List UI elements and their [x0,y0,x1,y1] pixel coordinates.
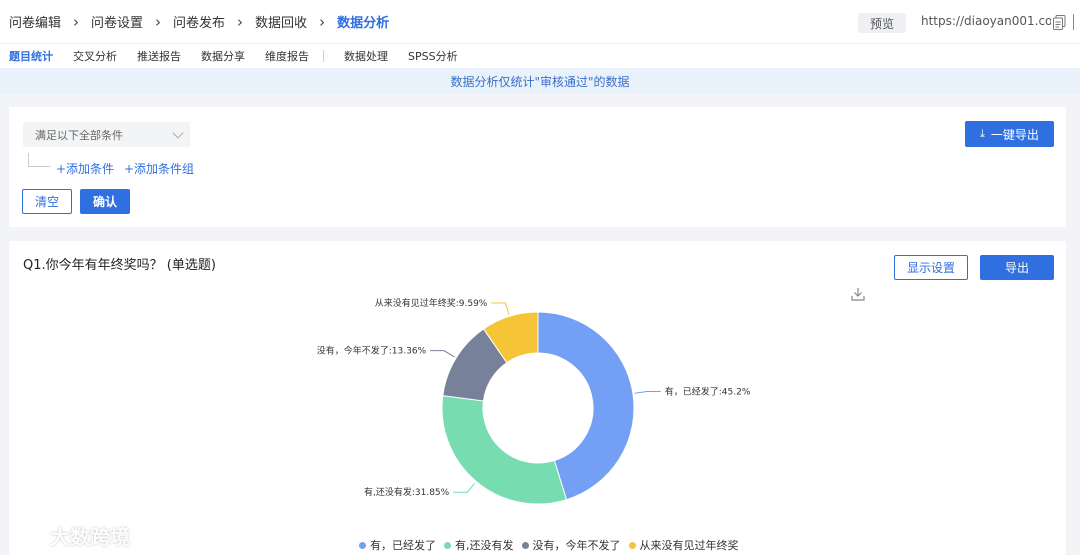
legend-label: 从来没有见过年终奖 [639,539,739,552]
legend-item[interactable]: 从来没有见过年终奖 [628,537,739,553]
breadcrumb-item-settings[interactable]: 问卷设置 [91,12,143,31]
download-icon: ⤓ [980,127,985,140]
data-label: 从来没有见过年终奖:9.59% [375,297,488,309]
legend-dot [628,541,636,549]
sub-nav: 题目统计 交叉分析 推送报告 数据分享 维度报告 数据处理 SPSS分析 [0,44,1080,68]
tab-question-stats[interactable]: 题目统计 [9,48,53,64]
label-leader-line [634,390,661,394]
legend-dot [444,541,451,549]
legend-dot [521,541,529,549]
data-label: 有,还没有发:31.85% [364,486,450,498]
tab-cross-analysis[interactable]: 交叉分析 [73,48,117,64]
survey-url[interactable]: https://diaoyan001.com/s/l [921,14,1051,28]
question-card: Q1.你今年有年终奖吗？ (单选题) 显示设置 导出 有，已经发了:45.2% 有… [9,241,1066,555]
chevron-right-icon: › [237,12,244,31]
tab-data-processing[interactable]: 数据处理 [344,48,388,64]
filter-panel: 满足以下全部条件 +添加条件 +添加条件组 清空 确认 ⤓ 一键导出 [9,107,1066,227]
confirm-button[interactable]: 确认 [80,189,130,214]
copy-icon[interactable] [1053,15,1066,30]
chevron-down-icon [172,127,184,139]
legend-item[interactable]: 有,还没有发 [444,537,514,553]
data-label: 有，已经发了:45.2% [665,385,751,397]
legend-item[interactable]: 有，已经发了 [359,537,436,553]
notice-banner: 数据分析仅统计"审核通过"的数据 [0,68,1080,94]
tab-divider [323,50,324,62]
chevron-right-icon: › [319,12,326,31]
legend-dot [359,541,366,549]
watermark-text: 大数跨境 [50,525,130,549]
watermark-logo-icon [10,526,43,545]
divider [1073,14,1080,30]
tree-connector [28,153,50,167]
tab-dimension-report[interactable]: 维度报告 [265,48,309,64]
breadcrumb-item-collect[interactable]: 数据回收 [255,12,307,31]
add-condition-group-link[interactable]: +添加条件组 [124,160,194,177]
data-label: 没有，今年不发了:13.36% [317,345,427,357]
export-all-label: 一键导出 [990,127,1039,142]
breadcrumb-item-analysis[interactable]: 数据分析 [337,12,389,31]
tab-push-report[interactable]: 推送报告 [137,48,181,64]
donut-chart: 有，已经发了:45.2% 有,还没有发:31.85% 没有，今年不发了:13.36%… [317,297,751,505]
add-condition-link[interactable]: +添加条件 [56,160,114,177]
breadcrumb-item-edit[interactable]: 问卷编辑 [9,12,61,31]
preview-button[interactable]: 预览 [858,13,906,33]
condition-select-value: 满足以下全部条件 [35,128,123,142]
condition-select[interactable]: 满足以下全部条件 [23,122,190,147]
tab-data-share[interactable]: 数据分享 [201,48,245,64]
legend-label: 没有，今年不发了 [532,539,621,552]
watermark: 大数跨境 [10,521,130,550]
legend-label: 有,还没有发 [455,539,514,552]
breadcrumb-item-publish[interactable]: 问卷发布 [173,12,225,31]
clear-button[interactable]: 清空 [22,189,72,214]
label-leader-line [453,482,476,493]
export-all-button[interactable]: ⤓ 一键导出 [965,121,1054,147]
legend-label: 有，已经发了 [370,539,436,552]
breadcrumb-bar: 问卷编辑 › 问卷设置 › 问卷发布 › 数据回收 › 数据分析 预览 http… [0,0,1080,44]
donut-slice-not-yet-issued[interactable] [441,395,568,505]
chart-legend: 有，已经发了 有,还没有发 没有，今年不发了 从来没有见过年终奖 [359,537,747,553]
chevron-right-icon: › [73,12,80,31]
legend-item[interactable]: 没有，今年不发了 [521,537,621,553]
label-leader-line [430,350,455,358]
tab-spss-analysis[interactable]: SPSS分析 [408,48,458,64]
label-leader-line [491,302,510,315]
chevron-right-icon: › [155,12,162,31]
